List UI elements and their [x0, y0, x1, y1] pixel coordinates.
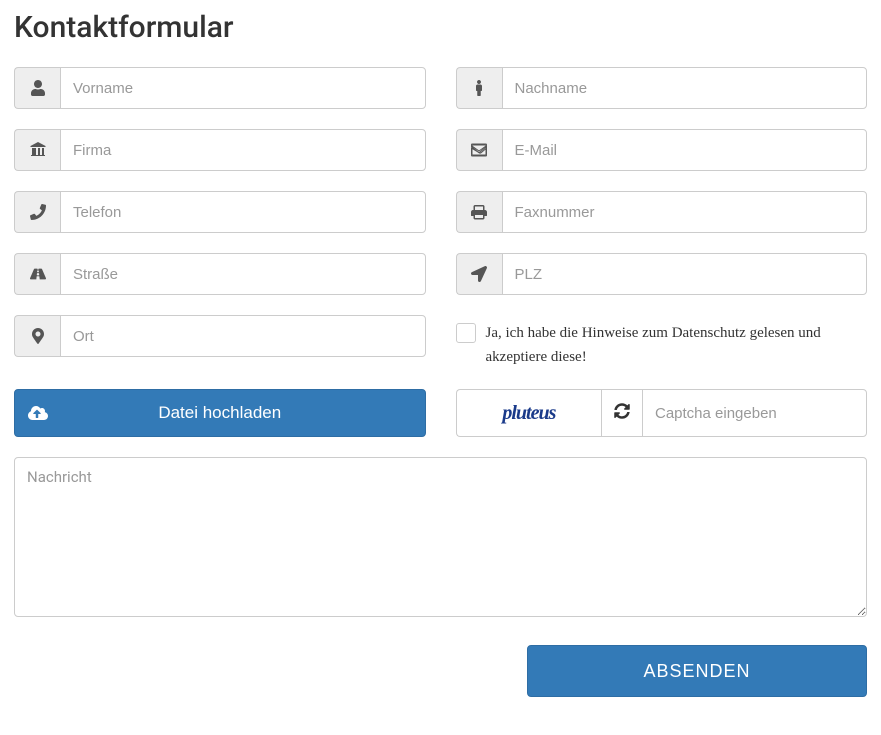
- map-marker-icon: [14, 315, 60, 357]
- privacy-checkbox[interactable]: [456, 323, 476, 343]
- page-title: Kontaktformular: [14, 10, 867, 45]
- strasse-input[interactable]: [60, 253, 426, 295]
- user-icon: [14, 67, 60, 109]
- captcha-refresh-button[interactable]: [601, 389, 642, 437]
- vorname-group: [14, 67, 426, 109]
- firma-group: [14, 129, 426, 171]
- cloud-upload-icon: [15, 403, 61, 423]
- email-group: [456, 129, 868, 171]
- captcha-group: pluteus: [456, 389, 868, 437]
- print-icon: [456, 191, 502, 233]
- strasse-group: [14, 253, 426, 295]
- email-input[interactable]: [502, 129, 868, 171]
- message-textarea[interactable]: [14, 457, 867, 617]
- plz-input[interactable]: [502, 253, 868, 295]
- location-arrow-icon: [456, 253, 502, 295]
- submit-button[interactable]: ABSENDEN: [527, 645, 867, 697]
- fax-group: [456, 191, 868, 233]
- refresh-icon: [614, 403, 630, 423]
- fax-input[interactable]: [502, 191, 868, 233]
- nachname-group: [456, 67, 868, 109]
- ort-input[interactable]: [60, 315, 426, 357]
- nachname-input[interactable]: [502, 67, 868, 109]
- envelope-icon: [456, 129, 502, 171]
- vorname-input[interactable]: [60, 67, 426, 109]
- privacy-checkbox-row: Ja, ich habe die Hinweise zum Datenschut…: [456, 315, 868, 369]
- captcha-input[interactable]: [642, 389, 867, 437]
- phone-icon: [14, 191, 60, 233]
- plz-group: [456, 253, 868, 295]
- telefon-group: [14, 191, 426, 233]
- ort-group: [14, 315, 426, 357]
- road-icon: [14, 253, 60, 295]
- captcha-image: pluteus: [456, 389, 602, 437]
- institution-icon: [14, 129, 60, 171]
- male-icon: [456, 67, 502, 109]
- telefon-input[interactable]: [60, 191, 426, 233]
- privacy-label: Ja, ich habe die Hinweise zum Datenschut…: [486, 321, 868, 369]
- upload-label: Datei hochladen: [61, 403, 425, 423]
- firma-input[interactable]: [60, 129, 426, 171]
- upload-button[interactable]: Datei hochladen: [14, 389, 426, 437]
